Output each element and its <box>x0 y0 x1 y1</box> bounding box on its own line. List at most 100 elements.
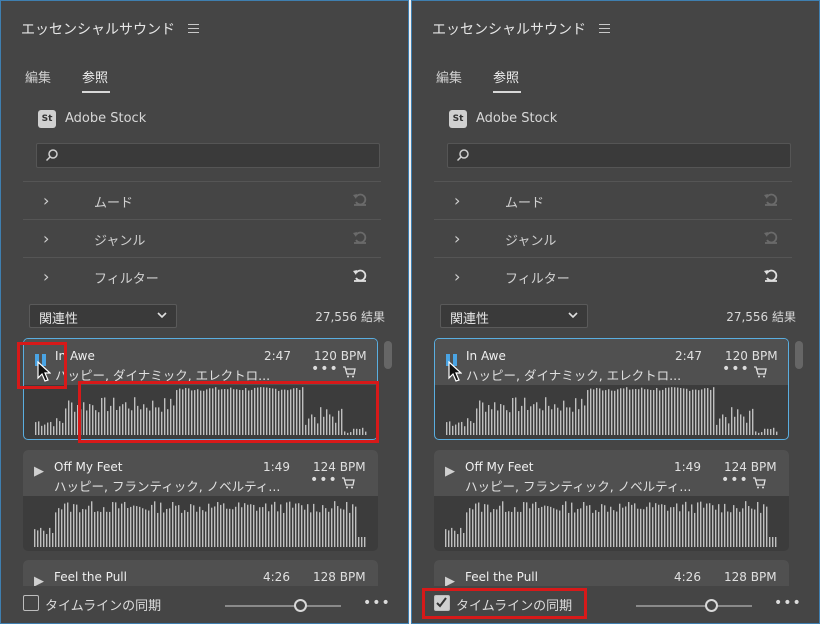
more-icon[interactable]: ••• <box>721 472 749 488</box>
zoom-slider-knob[interactable] <box>705 599 718 612</box>
tab-browse[interactable]: 参照 <box>82 67 108 86</box>
waveform-bar <box>671 387 673 435</box>
filter-row-mood[interactable]: › ムード <box>434 181 792 219</box>
more-icon[interactable]: ••• <box>722 361 750 377</box>
waveform-bar <box>592 512 594 547</box>
waveform-bar <box>734 416 736 435</box>
waveform-bar <box>226 508 228 547</box>
track-card[interactable]: ▶ Off My Feet 1:49 124 BPM ハッピー, フランティック… <box>23 450 378 551</box>
waveform-bar <box>521 405 523 435</box>
play-icon[interactable]: ▶ <box>34 464 44 479</box>
waveform-bar <box>611 390 613 435</box>
track-list[interactable]: In Awe 2:47 120 BPM ハッピー, ダイナミック, エレクトロ.… <box>23 338 378 586</box>
waveform-bar <box>247 504 249 547</box>
waveform-bar <box>160 502 162 547</box>
waveform-bar <box>70 511 72 547</box>
sort-dropdown[interactable]: 関連性 <box>29 304 177 328</box>
panel-menu-icon[interactable] <box>188 24 199 33</box>
waveform-bar <box>514 507 516 547</box>
tab-active-indicator <box>82 91 110 93</box>
waveform-bar <box>58 508 60 547</box>
waveform-bar <box>772 537 774 547</box>
track-card[interactable]: ▶ Feel the Pull 4:26 128 BPM <box>434 560 789 586</box>
waveform-bar <box>677 387 679 435</box>
cart-icon[interactable] <box>342 366 356 378</box>
waveform-bar <box>37 530 39 547</box>
filter-label: ムード <box>505 196 545 211</box>
waveform-bar <box>202 510 204 547</box>
reset-icon[interactable] <box>351 266 369 284</box>
waveform-bar <box>313 503 315 547</box>
highlight-box <box>422 588 587 619</box>
play-icon[interactable]: ▶ <box>445 574 455 586</box>
tab-edit[interactable]: 編集 <box>436 67 462 86</box>
track-card[interactable]: ▶ Off My Feet 1:49 124 BPM ハッピー, フランティック… <box>434 450 789 551</box>
waveform-bar <box>337 506 339 547</box>
waveform-bar <box>211 507 213 547</box>
filter-row-filter[interactable]: › フィルター <box>23 257 381 295</box>
tab-browse[interactable]: 参照 <box>493 67 519 86</box>
sort-dropdown[interactable]: 関連性 <box>440 304 588 328</box>
more-icon[interactable]: ••• <box>363 595 391 611</box>
waveform-bar <box>773 427 775 435</box>
zoom-slider-knob[interactable] <box>294 599 307 612</box>
waveform-bar <box>208 503 210 547</box>
search-input[interactable] <box>447 143 791 168</box>
waveform-bar <box>301 505 303 547</box>
reset-icon[interactable] <box>762 266 780 284</box>
reset-icon[interactable] <box>762 228 780 246</box>
track-card[interactable]: ▶ Feel the Pull 4:26 128 BPM <box>23 560 378 586</box>
reset-icon[interactable] <box>762 190 780 208</box>
cart-icon[interactable] <box>753 366 767 378</box>
reset-icon[interactable] <box>351 228 369 246</box>
waveform-bar <box>616 511 618 547</box>
waveform-bar <box>649 502 651 547</box>
track-title: Off My Feet <box>465 460 534 474</box>
waveform-bar <box>511 511 513 547</box>
cart-icon[interactable] <box>752 477 766 489</box>
filter-row-mood[interactable]: › ムード <box>23 181 381 219</box>
more-icon[interactable]: ••• <box>311 361 339 377</box>
reset-icon[interactable] <box>351 190 369 208</box>
waveform-bar <box>665 387 667 435</box>
filter-row-filter[interactable]: › フィルター <box>434 257 792 295</box>
waveform[interactable] <box>444 493 779 547</box>
waveform-bar <box>719 418 721 435</box>
waveform-bar <box>175 505 177 547</box>
waveform-bar <box>701 389 703 435</box>
track-card[interactable]: In Awe 2:47 120 BPM ハッピー, ダイナミック, エレクトロ.… <box>434 338 789 440</box>
waveform[interactable] <box>33 493 368 547</box>
play-icon[interactable]: ▶ <box>445 464 455 479</box>
zoom-slider-track[interactable] <box>225 605 341 607</box>
filter-row-genre[interactable]: › ジャンル <box>434 219 792 257</box>
waveform-bar <box>640 508 642 547</box>
waveform-bar <box>758 432 760 435</box>
waveform[interactable] <box>445 381 780 435</box>
track-list[interactable]: In Awe 2:47 120 BPM ハッピー, ダイナミック, エレクトロ.… <box>434 338 789 586</box>
waveform-bar <box>694 512 696 547</box>
waveform-bar <box>604 505 606 547</box>
play-icon[interactable]: ▶ <box>34 574 44 586</box>
waveform-bar <box>572 411 574 435</box>
more-icon[interactable]: ••• <box>774 595 802 611</box>
waveform-bar <box>535 501 537 547</box>
waveform-bar <box>776 431 778 435</box>
scrollbar-thumb[interactable] <box>384 341 392 369</box>
zoom-slider-track[interactable] <box>636 605 752 607</box>
tab-edit[interactable]: 編集 <box>25 67 51 86</box>
cart-icon[interactable] <box>341 477 355 489</box>
waveform-bar <box>340 508 342 547</box>
search-input[interactable] <box>36 143 380 168</box>
waveform-bar <box>541 506 543 547</box>
waveform-bar <box>497 410 499 435</box>
more-icon[interactable]: ••• <box>310 472 338 488</box>
filter-row-genre[interactable]: › ジャンル <box>23 219 381 257</box>
scrollbar-thumb[interactable] <box>795 341 803 369</box>
chevron-right-icon: › <box>43 267 50 286</box>
waveform-bar <box>446 422 448 435</box>
panel-menu-icon[interactable] <box>599 24 610 33</box>
waveform-bar <box>652 507 654 547</box>
timeline-sync-checkbox[interactable] <box>23 595 39 611</box>
waveform-bar <box>88 505 90 547</box>
waveform-bar <box>656 388 658 435</box>
